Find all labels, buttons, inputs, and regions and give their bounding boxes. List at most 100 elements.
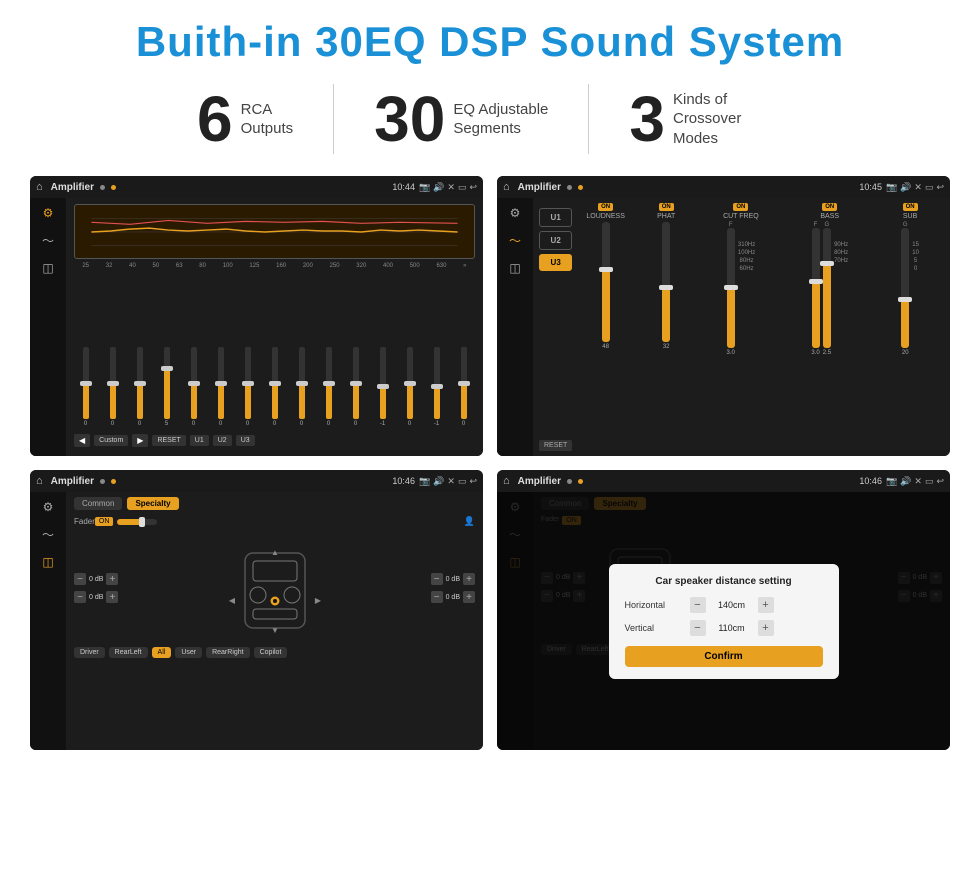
bass-f-slider[interactable] [812,228,820,348]
loudness-slider[interactable] [602,222,610,342]
crossover-screen-card: ⌂ Amplifier 10:45 📷 🔊 ✕ ▭ ↩ ⚙ 〜 ◫ [497,176,950,456]
eq-slider-0[interactable]: 0 [74,347,97,427]
eq-slider-14[interactable]: 0 [452,347,475,427]
eq-reset-btn[interactable]: RESET [152,435,185,446]
eq-u2-btn[interactable]: U2 [213,435,232,446]
cutfreq-on[interactable]: ON [733,203,748,211]
stat-rca-number: 6 [197,87,233,151]
tab-specialty[interactable]: Specialty [127,497,178,510]
eq-slider-1[interactable]: 0 [101,347,124,427]
fader-on-badge[interactable]: ON [95,517,114,526]
eq-slider-4[interactable]: 0 [182,347,205,427]
eq-prev-btn[interactable]: ◀ [74,434,90,447]
volume-icon-2: 🔊 [900,182,911,193]
eq-slider-9[interactable]: 0 [317,347,340,427]
home-icon-4: ⌂ [503,475,510,487]
confirm-button[interactable]: Confirm [625,646,823,667]
cutfreq-f-slider[interactable] [727,228,735,348]
eq-sliders-row: // We'll render sliders inline 000500000… [74,272,475,431]
svg-text:▼: ▼ [271,626,279,635]
rearleft-btn[interactable]: RearLeft [109,647,148,658]
topbar-icons-4: 📷 🔊 ✕ ▭ ↩ [886,476,944,487]
fader-topbar: ⌂ Amplifier 10:46 📷 🔊 ✕ ▭ ↩ [30,470,483,492]
eq-slider-11[interactable]: -1 [371,347,394,427]
volume-icon-4: 🔊 [900,476,911,487]
car-diagram-wrap: ▲ ▼ ◀ ▶ [118,533,430,643]
stat-crossover-number: 3 [629,87,665,151]
fader-sidebar-icon1[interactable]: ⚙ [43,500,54,514]
eq-custom-btn[interactable]: Custom [94,435,128,446]
eq-u3-btn[interactable]: U3 [236,435,255,446]
freq-arrow: » [463,263,466,269]
copilot-btn[interactable]: Copilot [254,647,288,658]
dialog-box: Car speaker distance setting Horizontal … [609,564,839,679]
stat-rca: 6 RCAOutputs [157,87,333,151]
eq-slider-12[interactable]: 0 [398,347,421,427]
horizontal-minus-btn[interactable]: − [690,597,706,613]
vertical-plus-btn[interactable]: + [758,620,774,636]
front-right-minus[interactable]: − [431,573,443,585]
phat-on[interactable]: ON [659,203,674,211]
vertical-minus-btn[interactable]: − [690,620,706,636]
eq-val-3: 5 [165,421,168,427]
xover-sidebar-icon2[interactable]: 〜 [509,232,521,249]
driver-btn[interactable]: Driver [74,647,105,658]
eq-slider-2[interactable]: 0 [128,347,151,427]
user-btn[interactable]: User [175,647,202,658]
eq-play-btn[interactable]: ▶ [132,434,148,447]
window-icon-3: ▭ [458,476,467,487]
back-icon-4: ↩ [936,476,944,487]
sub-g-val: 20 [902,350,909,356]
xover-sidebar-icon3[interactable]: ◫ [509,261,520,275]
phat-slider[interactable] [662,222,670,342]
bass-on[interactable]: ON [822,203,837,211]
preset-u2-btn[interactable]: U2 [539,231,572,250]
topbar-icons-2: 📷 🔊 ✕ ▭ ↩ [886,182,944,193]
front-left-minus[interactable]: − [74,573,86,585]
eq-slider-13[interactable]: -1 [425,347,448,427]
vertical-value: 110cm [712,623,752,633]
svg-text:▲: ▲ [271,548,279,557]
eq-slider-7[interactable]: 0 [263,347,286,427]
eq-slider-3[interactable]: 5 [155,347,178,427]
page-root: Buith-in 30EQ DSP Sound System 6 RCAOutp… [0,0,980,768]
loudness-on[interactable]: ON [598,203,613,211]
xover-reset-btn[interactable]: RESET [539,440,572,451]
tab-common[interactable]: Common [74,497,122,510]
eq-u1-btn[interactable]: U1 [190,435,209,446]
rear-left-plus[interactable]: + [106,591,118,603]
bass-g-slider[interactable] [823,228,831,348]
eq-sidebar-icon2[interactable]: 〜 [42,232,54,249]
eq-sidebar-icon1[interactable]: ⚙ [43,206,54,220]
rearright-btn[interactable]: RearRight [206,647,250,658]
dialog-title: Car speaker distance setting [625,576,823,587]
all-btn[interactable]: All [152,647,172,658]
freq-32: 32 [106,263,113,269]
fader-person-icon: 👤 [464,516,475,527]
crossover-presets: U1 U2 U3 RESET [539,203,572,451]
freq-50: 50 [153,263,160,269]
fader-sidebar-icon2[interactable]: 〜 [42,526,54,543]
rear-right-minus[interactable]: − [431,591,443,603]
sub-g-slider[interactable] [901,228,909,348]
eq-slider-8[interactable]: 0 [290,347,313,427]
front-right-plus[interactable]: + [463,573,475,585]
sub-on[interactable]: ON [903,203,918,211]
eq-slider-6[interactable]: 0 [236,347,259,427]
stat-crossover: 3 Kinds ofCrossover Modes [589,87,823,151]
xover-sidebar-icon1[interactable]: ⚙ [510,206,521,220]
dialog-screen-card: ⌂ Amplifier 10:46 📷 🔊 ✕ ▭ ↩ ⚙ 〜 [497,470,950,750]
eq-slider-5[interactable]: 0 [209,347,232,427]
eq-sidebar-icon3[interactable]: ◫ [42,261,53,275]
front-left-plus[interactable]: + [106,573,118,585]
loudness-val: 48 [602,344,609,350]
rear-left-minus[interactable]: − [74,591,86,603]
back-icon-3: ↩ [469,476,477,487]
fader-slider[interactable] [117,519,157,525]
preset-u1-btn[interactable]: U1 [539,208,572,227]
preset-u3-btn[interactable]: U3 [539,254,572,271]
eq-slider-10[interactable]: 0 [344,347,367,427]
fader-sidebar-icon3[interactable]: ◫ [42,555,53,569]
horizontal-plus-btn[interactable]: + [758,597,774,613]
rear-right-plus[interactable]: + [463,591,475,603]
